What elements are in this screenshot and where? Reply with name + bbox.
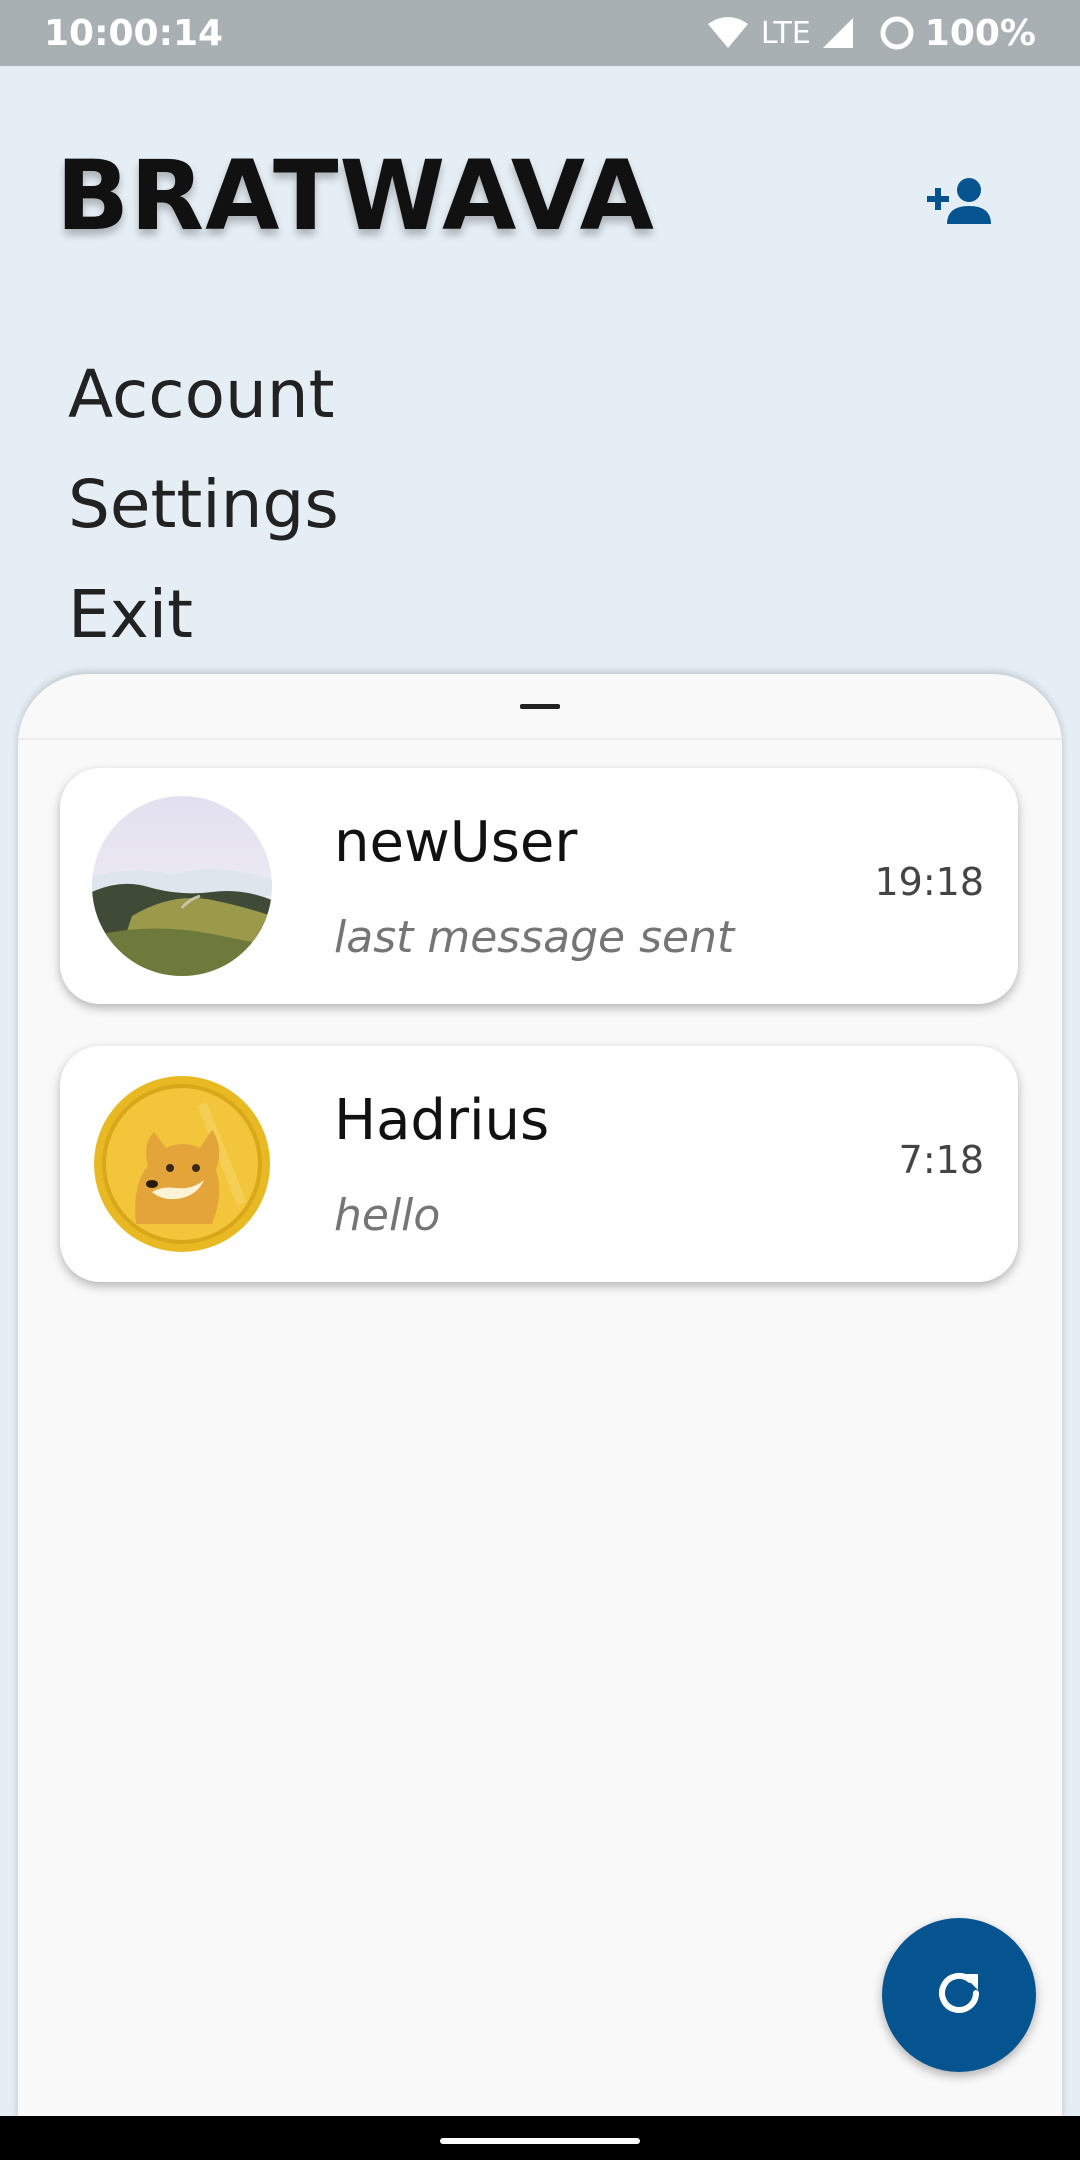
system-nav-bar bbox=[0, 2116, 1080, 2160]
chat-last-message: hello bbox=[334, 1190, 441, 1241]
doge-coin-image bbox=[94, 1076, 270, 1252]
battery-percent: 100% bbox=[924, 12, 1036, 54]
menu-item-exit[interactable]: Exit bbox=[68, 560, 339, 670]
chat-time: 19:18 bbox=[874, 860, 984, 904]
home-indicator[interactable] bbox=[440, 2138, 640, 2144]
avatar bbox=[92, 796, 272, 976]
wifi-icon bbox=[707, 16, 749, 50]
chat-name: newUser bbox=[334, 810, 578, 875]
chat-list-sheet: newUser last message sent 19:18 Hadrius … bbox=[18, 674, 1062, 2120]
network-type: LTE bbox=[760, 15, 811, 51]
signal-icon bbox=[821, 16, 855, 50]
drawer-menu: Account Settings Exit bbox=[68, 340, 339, 670]
status-time: 10:00:14 bbox=[44, 12, 224, 54]
refresh-icon bbox=[932, 1966, 986, 2024]
drag-handle-icon bbox=[520, 704, 560, 709]
chat-item[interactable]: Hadrius hello 7:18 bbox=[60, 1046, 1018, 1282]
app-title: BRATWAVA bbox=[56, 140, 655, 252]
chat-item[interactable]: newUser last message sent 19:18 bbox=[60, 768, 1018, 1004]
status-icons: LTE 100% bbox=[707, 13, 1036, 54]
status-bar: 10:00:14 LTE 100% bbox=[0, 0, 1080, 66]
battery-icon bbox=[879, 15, 915, 51]
add-person-icon bbox=[927, 174, 993, 230]
chat-time: 7:18 bbox=[898, 1138, 984, 1182]
menu-item-account[interactable]: Account bbox=[68, 340, 339, 450]
menu-item-settings[interactable]: Settings bbox=[68, 450, 339, 560]
sheet-drag-handle[interactable] bbox=[18, 674, 1062, 740]
chat-name: Hadrius bbox=[334, 1088, 550, 1153]
add-user-button[interactable] bbox=[920, 166, 1000, 238]
avatar bbox=[92, 1074, 272, 1254]
chat-last-message: last message sent bbox=[334, 912, 735, 963]
landscape-photo bbox=[92, 796, 272, 976]
refresh-button[interactable] bbox=[882, 1918, 1036, 2072]
